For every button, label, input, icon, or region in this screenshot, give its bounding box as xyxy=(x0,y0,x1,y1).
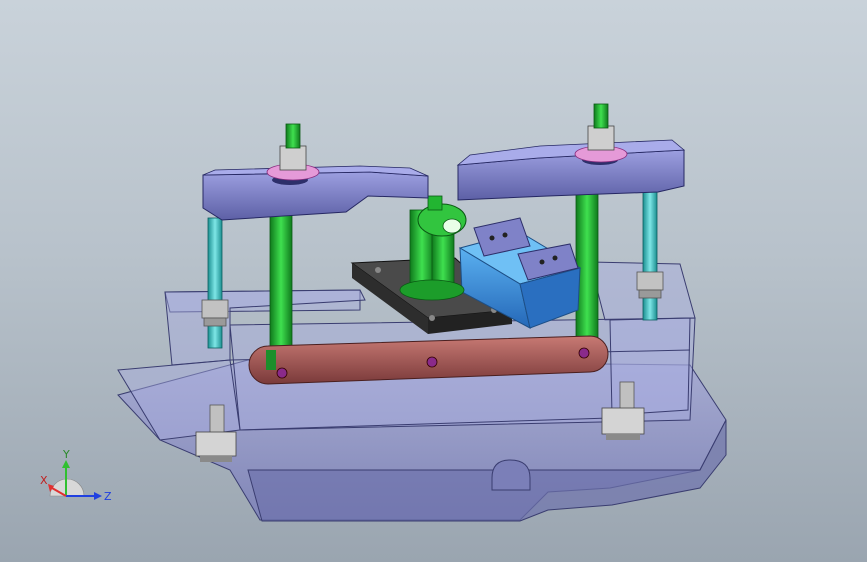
fixture-assembly-3d-model[interactable] xyxy=(0,0,867,562)
green-rod-left xyxy=(269,209,293,361)
orientation-triad[interactable]: Y Z X xyxy=(36,448,116,508)
clamp-arm-right xyxy=(456,139,686,201)
cad-viewport[interactable]: Y Z X xyxy=(0,0,867,562)
x-axis-label: X xyxy=(40,474,48,487)
z-axis-arrowhead xyxy=(94,492,102,500)
green-cylinder-actuator xyxy=(399,195,467,301)
top-stud-right xyxy=(574,103,628,163)
y-axis-label: Y xyxy=(62,448,70,461)
top-stud-left xyxy=(266,123,320,181)
y-axis-arrowhead xyxy=(62,460,70,468)
z-axis-label: Z xyxy=(104,490,112,503)
green-rod-right xyxy=(575,189,599,341)
